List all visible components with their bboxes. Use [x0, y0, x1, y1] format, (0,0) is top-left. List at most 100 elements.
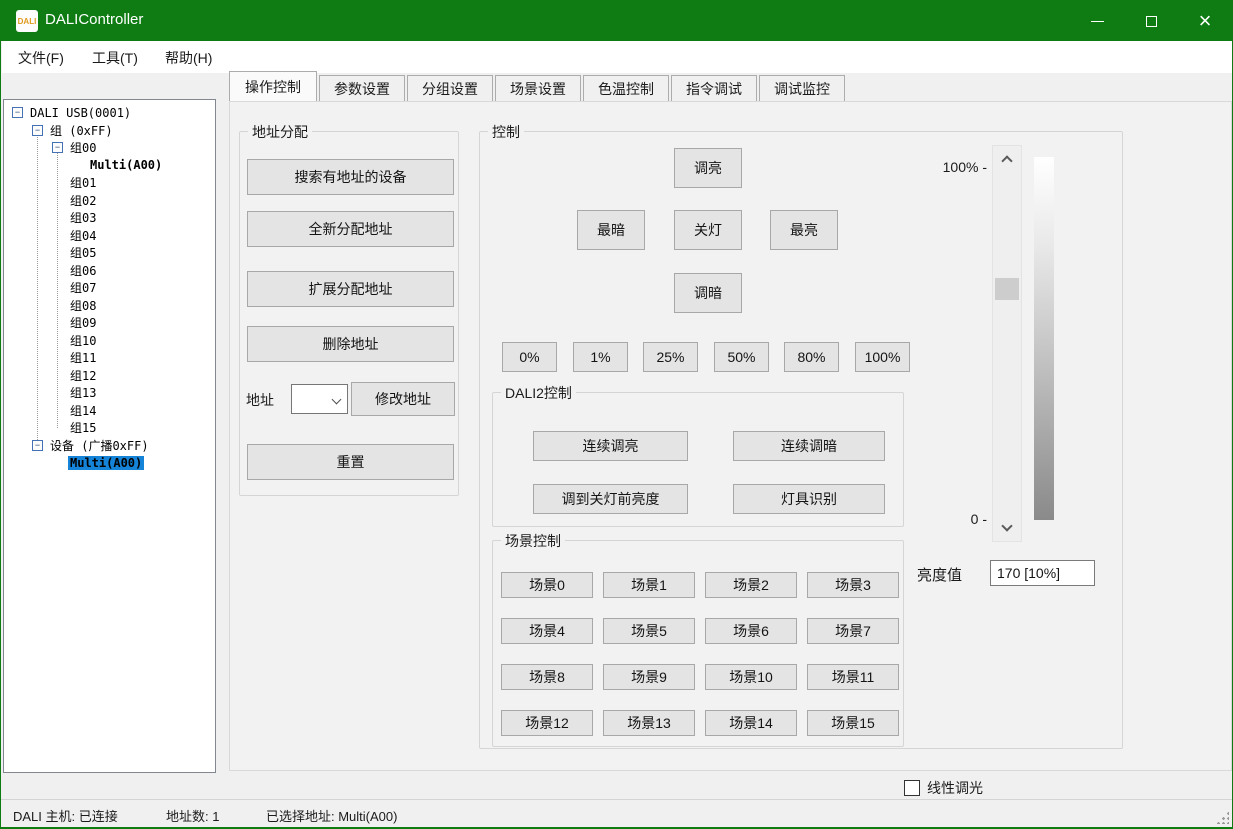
brightness-value-field[interactable]: 170 [10%]	[990, 560, 1095, 586]
tree-item[interactable]: 组06	[4, 262, 215, 280]
tab-分组设置[interactable]: 分组设置	[407, 75, 493, 101]
tree-item[interactable]: Multi(A00)	[4, 157, 215, 175]
percent-button-100%[interactable]: 100%	[855, 342, 910, 372]
scene-button-5[interactable]: 场景5	[603, 618, 695, 644]
scene-button-10[interactable]: 场景10	[705, 664, 797, 690]
tab-操作控制[interactable]: 操作控制	[229, 71, 317, 101]
dali2-group-title: DALI2控制	[501, 383, 576, 403]
status-item-1: 地址数: 1	[166, 806, 219, 825]
collapse-minus-icon[interactable]: −	[52, 142, 63, 153]
collapse-minus-icon[interactable]: −	[32, 125, 43, 136]
tree-item[interactable]: 组05	[4, 244, 215, 262]
scene-button-3[interactable]: 场景3	[807, 572, 899, 598]
minimize-icon	[1091, 21, 1104, 22]
tree-item-label: Multi(A00)	[68, 456, 144, 470]
tree-expander[interactable]: −	[52, 142, 68, 153]
percent-button-25%[interactable]: 25%	[643, 342, 698, 372]
menu-item-2[interactable]: 帮助(H)	[165, 48, 212, 68]
tree-item[interactable]: 组11	[4, 349, 215, 367]
continuous-dim-button[interactable]: 连续调暗	[733, 431, 885, 461]
close-button[interactable]: ×	[1178, 1, 1232, 41]
tree-item[interactable]: 组04	[4, 227, 215, 245]
tree-item-label: 组03	[68, 209, 98, 226]
tree-item[interactable]: 组10	[4, 332, 215, 350]
assign-new-address-button[interactable]: 全新分配地址	[247, 211, 454, 247]
reset-button[interactable]: 重置	[247, 444, 454, 480]
scene-button-8[interactable]: 场景8	[501, 664, 593, 690]
search-addressed-devices-button[interactable]: 搜索有地址的设备	[247, 159, 454, 195]
extend-assign-address-button[interactable]: 扩展分配地址	[247, 271, 454, 307]
resize-grip-icon[interactable]	[1215, 810, 1229, 824]
tree-expander[interactable]: −	[32, 125, 48, 136]
darkest-button[interactable]: 最暗	[577, 210, 645, 250]
tree-item[interactable]: −组00	[4, 139, 215, 157]
tree-item-label: 组04	[68, 227, 98, 244]
collapse-minus-icon[interactable]: −	[32, 440, 43, 451]
tree-item-label: 组05	[68, 244, 98, 261]
scene-button-7[interactable]: 场景7	[807, 618, 899, 644]
tab-指令调试[interactable]: 指令调试	[671, 75, 757, 101]
address-combobox[interactable]	[291, 384, 348, 414]
continuous-brighten-button[interactable]: 连续调亮	[533, 431, 688, 461]
tree-item[interactable]: 组15	[4, 419, 215, 437]
menu-item-0[interactable]: 文件(F)	[18, 48, 64, 68]
scroll-up-icon[interactable]	[1001, 155, 1012, 166]
tree-item[interactable]: 组01	[4, 174, 215, 192]
restore-pre-off-brightness-button[interactable]: 调到关灯前亮度	[533, 484, 688, 514]
delete-address-button[interactable]: 删除地址	[247, 326, 454, 362]
scene-button-1[interactable]: 场景1	[603, 572, 695, 598]
tree-item[interactable]: Multi(A00)	[4, 454, 215, 472]
scene-button-4[interactable]: 场景4	[501, 618, 593, 644]
tree-item-label: 组08	[68, 297, 98, 314]
tab-场景设置[interactable]: 场景设置	[495, 75, 581, 101]
tree-item[interactable]: 组14	[4, 402, 215, 420]
maximize-icon	[1146, 16, 1157, 27]
tree-item[interactable]: −设备 (广播0xFF)	[4, 437, 215, 455]
tree-item[interactable]: −DALI USB(0001)	[4, 104, 215, 122]
scene-button-6[interactable]: 场景6	[705, 618, 797, 644]
checkbox-icon[interactable]	[904, 780, 920, 796]
percent-button-0%[interactable]: 0%	[502, 342, 557, 372]
percent-button-50%[interactable]: 50%	[714, 342, 769, 372]
scene-button-2[interactable]: 场景2	[705, 572, 797, 598]
brightness-scrollbar[interactable]	[992, 145, 1022, 542]
linear-dimming-checkbox[interactable]: 线性调光	[904, 778, 983, 798]
percent-button-80%[interactable]: 80%	[784, 342, 839, 372]
scene-button-9[interactable]: 场景9	[603, 664, 695, 690]
tree-item[interactable]: 组08	[4, 297, 215, 315]
tree-item[interactable]: 组09	[4, 314, 215, 332]
scene-button-13[interactable]: 场景13	[603, 710, 695, 736]
tree-item[interactable]: −组 (0xFF)	[4, 122, 215, 140]
slider-top-label: 100% -	[910, 159, 987, 175]
tree-item[interactable]: 组07	[4, 279, 215, 297]
dim-button[interactable]: 调暗	[674, 273, 742, 313]
light-off-button[interactable]: 关灯	[674, 210, 742, 250]
collapse-minus-icon[interactable]: −	[12, 107, 23, 118]
scene-button-15[interactable]: 场景15	[807, 710, 899, 736]
scrollbar-thumb[interactable]	[995, 278, 1019, 300]
tab-参数设置[interactable]: 参数设置	[319, 75, 405, 101]
dali2-control-group: DALI2控制 连续调亮 连续调暗 调到关灯前亮度 灯具识别	[492, 392, 904, 527]
tree-item[interactable]: 组13	[4, 384, 215, 402]
scene-button-11[interactable]: 场景11	[807, 664, 899, 690]
tree-expander[interactable]: −	[12, 107, 28, 118]
maximize-button[interactable]	[1124, 1, 1178, 41]
menu-item-1[interactable]: 工具(T)	[92, 48, 138, 68]
scene-button-12[interactable]: 场景12	[501, 710, 593, 736]
tree-expander[interactable]: −	[32, 440, 48, 451]
tab-调试监控[interactable]: 调试监控	[759, 75, 845, 101]
tab-色温控制[interactable]: 色温控制	[583, 75, 669, 101]
scene-button-14[interactable]: 场景14	[705, 710, 797, 736]
modify-address-button[interactable]: 修改地址	[351, 382, 455, 416]
minimize-button[interactable]	[1070, 1, 1124, 41]
scroll-down-icon[interactable]	[1001, 520, 1012, 531]
tree-item[interactable]: 组02	[4, 192, 215, 210]
brightest-button[interactable]: 最亮	[770, 210, 838, 250]
percent-button-1%[interactable]: 1%	[573, 342, 628, 372]
tree-item[interactable]: 组12	[4, 367, 215, 385]
tree-item-label: 组06	[68, 262, 98, 279]
brighten-button[interactable]: 调亮	[674, 148, 742, 188]
scene-button-0[interactable]: 场景0	[501, 572, 593, 598]
tree-item[interactable]: 组03	[4, 209, 215, 227]
luminaire-identify-button[interactable]: 灯具识别	[733, 484, 885, 514]
